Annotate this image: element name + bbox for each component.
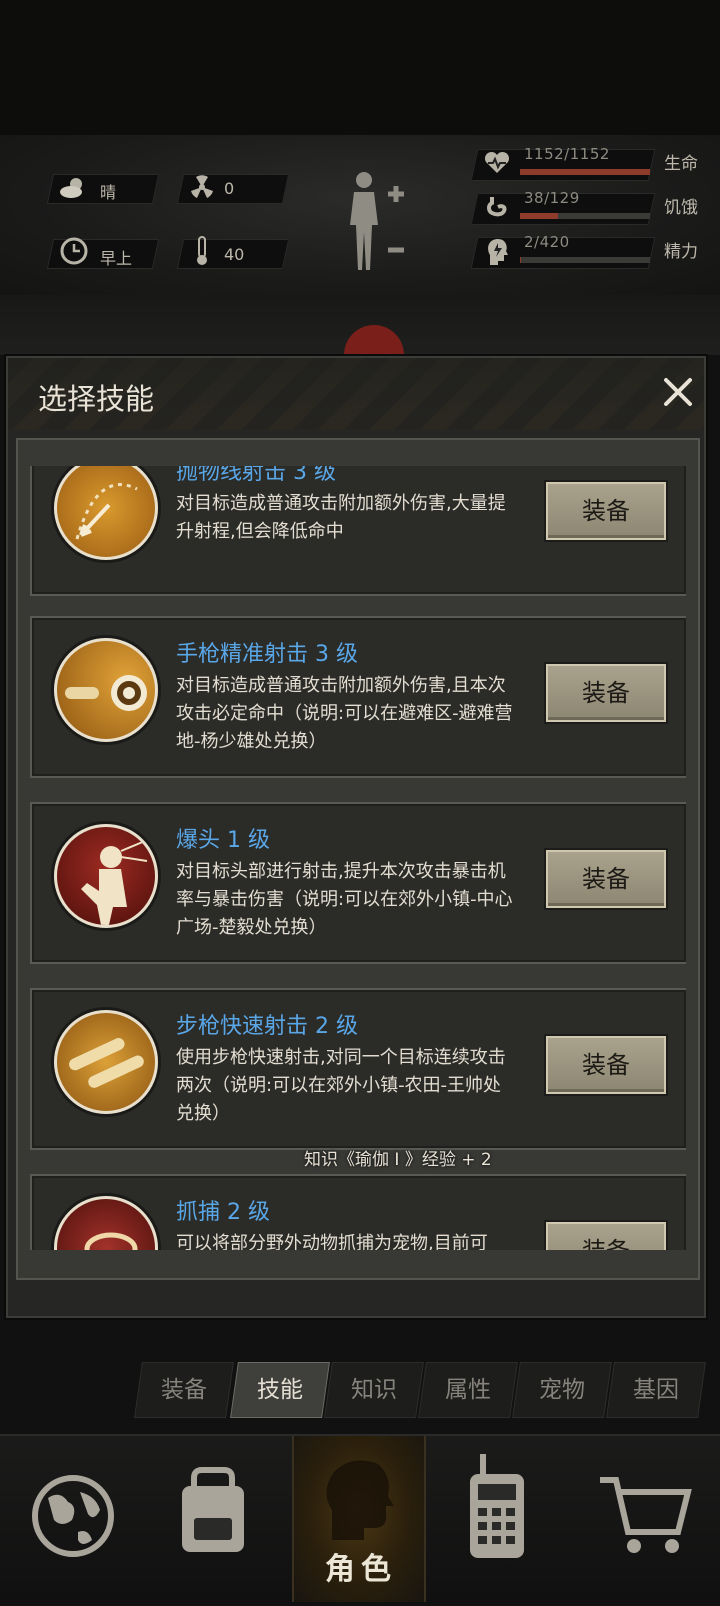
energy-value: 2/420 <box>524 233 570 251</box>
radio-icon[interactable] <box>432 1436 562 1602</box>
nav-active-label: 角色 <box>325 1552 397 1587</box>
equip-button[interactable]: 装备 <box>546 482 666 540</box>
skill-card: 抓捕 2 级 可以将部分野外动物抓捕为宠物,目前可 装备 <box>30 1174 686 1250</box>
tab-genes[interactable]: 基因 <box>606 1362 706 1418</box>
close-icon[interactable] <box>658 372 698 412</box>
skill-name: 抛物线射击 3 级 <box>176 466 336 485</box>
energy-track <box>520 257 650 263</box>
tab-knowledge[interactable]: 知识 <box>324 1362 424 1418</box>
equip-button[interactable]: 装备 <box>546 664 666 722</box>
skill-card: 步枪快速射击 2 级 使用步枪快速射击,对同一个目标连续攻击两次（说明:可以在郊… <box>30 988 686 1150</box>
radiation-icon <box>188 173 216 205</box>
arrow-trajectory-icon <box>54 466 158 560</box>
character-area <box>0 295 720 365</box>
tab-label: 装备 <box>161 1377 207 1403</box>
rope-icon <box>54 1196 158 1250</box>
status-panel: 晴 0 早上 40 1152/1152 生命 38/129 饥饿 2/420 精… <box>0 135 720 297</box>
hp-fill <box>520 169 650 175</box>
energy-fill <box>520 257 521 263</box>
thermometer-icon <box>194 235 210 271</box>
skill-card: 爆头 1 级 对目标头部进行射击,提升本次攻击暴击机率与暴击伤害（说明:可以在郊… <box>30 802 686 964</box>
tab-label: 属性 <box>445 1377 491 1403</box>
hunger-bar: 38/129 <box>482 189 652 223</box>
clock-icon <box>60 237 88 269</box>
skill-list[interactable]: 抛物线射击 3 级 对目标造成普通攻击附加额外伤害,大量提升射程,但会降低命中 … <box>30 466 686 1250</box>
character-icon <box>326 1460 394 1540</box>
backpack-icon[interactable] <box>148 1436 278 1602</box>
rifle-bullets-icon <box>54 1010 158 1114</box>
shopping-cart-icon[interactable] <box>578 1436 708 1602</box>
tab-label: 技能 <box>257 1377 303 1403</box>
skill-name: 抓捕 2 级 <box>176 1200 270 1225</box>
time-label: 早上 <box>100 249 133 268</box>
hunger-track <box>520 213 650 219</box>
tab-skills[interactable]: 技能 <box>230 1362 330 1418</box>
top-blank-area <box>0 0 720 135</box>
hunger-fill <box>520 213 558 219</box>
modal-header: 选择技能 <box>8 358 704 430</box>
tab-attributes[interactable]: 属性 <box>418 1362 518 1418</box>
skill-description: 使用步枪快速射击,对同一个目标连续攻击两次（说明:可以在郊外小镇-农田-王帅处兑… <box>176 1047 506 1124</box>
character-tabs: 装备 技能 知识 属性 宠物 基因 <box>130 1362 710 1418</box>
hp-track <box>520 169 650 175</box>
weather-label: 晴 <box>100 183 117 202</box>
skill-description: 对目标头部进行射击,提升本次攻击暴击机率与暴击伤害（说明:可以在郊外小镇-中心广… <box>176 861 513 938</box>
equip-button[interactable]: 装备 <box>546 1222 666 1250</box>
hunger-label: 饥饿 <box>664 198 698 218</box>
hunger-value: 38/129 <box>524 189 580 207</box>
headshot-icon <box>54 824 158 928</box>
equip-button[interactable]: 装备 <box>546 850 666 908</box>
energy-bar: 2/420 <box>482 233 652 267</box>
hp-value: 1152/1152 <box>524 145 610 163</box>
skill-name: 步枪快速射击 2 级 <box>176 1014 358 1039</box>
skill-select-modal: 选择技能 抛物线射击 3 级 对目标造成普通攻击附加额外伤害,大量提升射程,但会… <box>6 356 706 1318</box>
skill-name: 爆头 1 级 <box>176 828 270 853</box>
temperature-value: 40 <box>224 245 245 264</box>
skill-description: 可以将部分野外动物抓捕为宠物,目前可 <box>176 1233 488 1250</box>
bottom-nav: 角色 <box>0 1434 720 1602</box>
tab-equipment[interactable]: 装备 <box>134 1362 234 1418</box>
equip-button[interactable]: 装备 <box>546 1036 666 1094</box>
tab-pets[interactable]: 宠物 <box>512 1362 612 1418</box>
hp-label: 生命 <box>664 154 698 174</box>
character-nav[interactable]: 角色 <box>292 1436 426 1602</box>
skill-card: 手枪精准射击 3 级 对目标造成普通攻击附加额外伤害,且本次攻击必定命中（说明:… <box>30 616 686 778</box>
radiation-value: 0 <box>224 179 235 198</box>
body-figure-icon[interactable] <box>344 170 414 278</box>
experience-toast: 知识《瑜伽 I 》经验 + 2 <box>304 1150 492 1170</box>
world-map-icon[interactable] <box>8 1436 138 1602</box>
bullet-target-icon <box>54 638 158 742</box>
tab-label: 基因 <box>633 1377 679 1403</box>
tab-label: 知识 <box>351 1377 397 1403</box>
skill-name: 手枪精准射击 3 级 <box>176 642 358 667</box>
modal-title: 选择技能 <box>38 382 155 416</box>
cloud-sun-icon <box>58 175 88 205</box>
energy-label: 精力 <box>664 242 698 262</box>
hp-bar: 1152/1152 <box>482 145 652 179</box>
skill-description: 对目标造成普通攻击附加额外伤害,大量提升射程,但会降低命中 <box>176 493 506 542</box>
skill-description: 对目标造成普通攻击附加额外伤害,且本次攻击必定命中（说明:可以在避难区-避难营地… <box>176 675 513 752</box>
tab-label: 宠物 <box>539 1377 585 1403</box>
skill-card: 抛物线射击 3 级 对目标造成普通攻击附加额外伤害,大量提升射程,但会降低命中 … <box>30 466 686 596</box>
